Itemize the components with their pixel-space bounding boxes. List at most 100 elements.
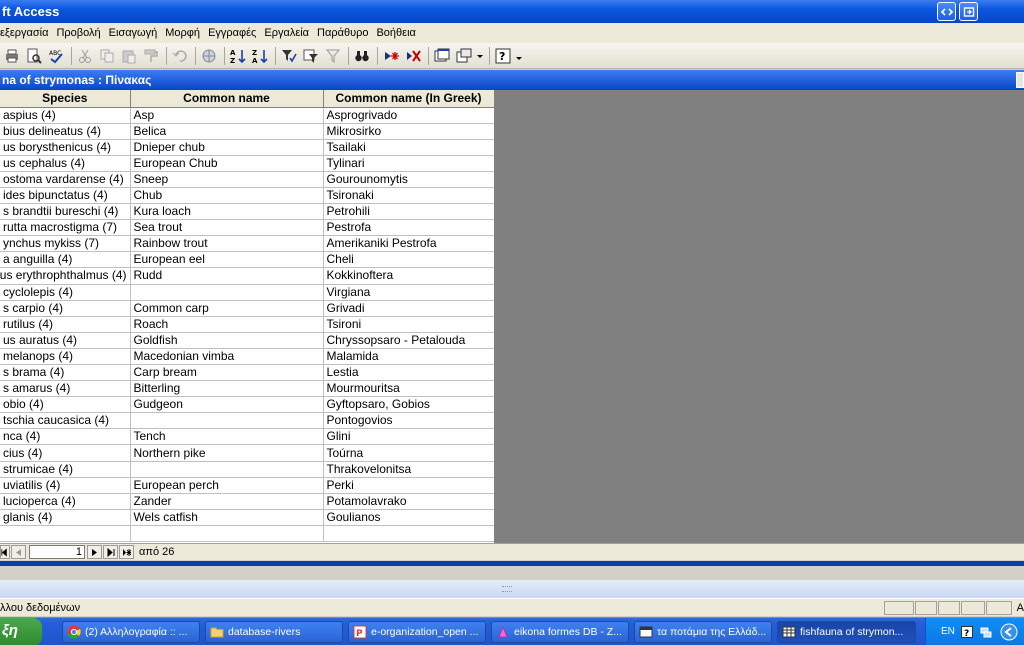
cell-species[interactable]: uviatilis (4) <box>0 477 131 494</box>
cell-common-name[interactable]: European eel <box>130 251 324 269</box>
column-header-common-name-greek[interactable]: Common name (In Greek) <box>323 90 494 108</box>
cell-common-name-greek[interactable]: Virgiana <box>323 284 494 301</box>
cell-common-name[interactable]: Gudgeon <box>130 396 324 414</box>
cell-common-name-greek[interactable]: Tsironaki <box>323 187 494 205</box>
cell-species[interactable]: ynchus mykiss (7) <box>0 235 131 253</box>
cell-common-name-greek[interactable]: Pontogovios <box>323 412 494 430</box>
new-record-button[interactable] <box>381 46 401 66</box>
cell-common-name[interactable]: Dnieper chub <box>130 139 324 156</box>
cell-common-name[interactable]: European Chub <box>130 155 324 172</box>
cell-common-name-greek[interactable]: Mikrosirko <box>323 123 494 140</box>
cell-common-name-greek[interactable]: Kokkinoftera <box>323 267 494 285</box>
table-row[interactable]: tschia caucasica (4) Pontogovios <box>0 412 494 430</box>
chevron-left-icon[interactable] <box>1000 623 1018 641</box>
print-button[interactable] <box>2 46 22 66</box>
delete-record-button[interactable] <box>403 46 423 66</box>
cell-common-name[interactable]: Macedonian vimba <box>130 348 324 366</box>
cell-common-name[interactable] <box>130 525 324 543</box>
filter-by-selection-button[interactable] <box>279 46 299 66</box>
cell-species[interactable] <box>0 525 131 543</box>
table-row[interactable]: ides bipunctatus (4) Chub Tsironaki <box>0 187 494 205</box>
cell-common-name-greek[interactable]: Malamida <box>323 348 494 366</box>
cell-common-name[interactable]: Common carp <box>130 300 324 317</box>
cell-species[interactable]: s amarus (4) <box>0 380 131 398</box>
database-window-button[interactable] <box>432 46 452 66</box>
cell-common-name[interactable] <box>130 461 324 478</box>
help-dropdown[interactable] <box>515 46 523 66</box>
cell-species[interactable]: a anguilla (4) <box>0 251 131 269</box>
cell-common-name[interactable]: Kura loach <box>130 203 324 221</box>
cell-species[interactable]: s brama (4) <box>0 364 131 382</box>
maximize-button[interactable] <box>959 2 978 21</box>
network-icon[interactable] <box>980 626 992 638</box>
cell-species[interactable]: cyclolepis (4) <box>0 284 131 301</box>
format-painter-button[interactable] <box>141 46 161 66</box>
cell-species[interactable]: obio (4) <box>0 396 131 414</box>
table-row[interactable]: s brama (4) Carp bream Lestia <box>0 364 494 382</box>
cell-species[interactable]: tschia caucasica (4) <box>0 412 131 430</box>
table-row[interactable]: ius erythrophthalmus (4) Rudd Kokkinoftera <box>0 267 494 285</box>
taskbar-button-image[interactable]: eikona formes DB - Z... <box>491 621 629 643</box>
cell-common-name-greek[interactable]: Pestrofa <box>323 219 494 237</box>
cell-common-name-greek[interactable]: Petrohili <box>323 203 494 221</box>
cell-common-name[interactable]: Bitterling <box>130 380 324 398</box>
cell-common-name[interactable]: Asp <box>130 107 324 124</box>
spelling-button[interactable]: ABC <box>46 46 66 66</box>
print-preview-button[interactable] <box>24 46 44 66</box>
cell-species[interactable]: us cephalus (4) <box>0 155 131 172</box>
menu-format[interactable]: Μορφή <box>165 27 200 39</box>
undo-button[interactable] <box>170 46 190 66</box>
cell-common-name-greek[interactable]: Thrakovelonitsa <box>323 461 494 478</box>
cell-species[interactable]: us auratus (4) <box>0 332 131 349</box>
cell-common-name[interactable]: Northern pike <box>130 444 324 462</box>
table-row[interactable]: nca (4) Tench Glini <box>0 428 494 446</box>
table-row[interactable]: a anguilla (4) European eel Cheli <box>0 251 494 269</box>
cell-common-name-greek[interactable]: Toúrna <box>323 444 494 462</box>
hyperlink-button[interactable] <box>199 46 219 66</box>
taskbar-button-fishfauna[interactable]: fishfauna of strymon... <box>777 621 916 643</box>
help-button[interactable]: ? <box>493 46 513 66</box>
cell-common-name[interactable]: Zander <box>130 493 324 510</box>
table-row[interactable]: us borysthenicus (4) Dnieper chub Tsailaki <box>0 139 494 156</box>
table-row[interactable]: rutta macrostigma (7) Sea trout Pestrofa <box>0 219 494 237</box>
cell-common-name-greek[interactable]: Goulianos <box>323 509 494 526</box>
table-row[interactable]: us auratus (4) Goldfish Chryssopsaro - Pet… <box>0 332 494 349</box>
table-row[interactable]: s brandtii bureschi (4) Kura loach Petrohi… <box>0 203 494 221</box>
new-record-nav-button[interactable] <box>119 545 134 559</box>
start-button[interactable]: ξη <box>0 618 42 645</box>
cell-common-name-greek[interactable]: Tylinari <box>323 155 494 172</box>
menu-tools[interactable]: Εργαλεία <box>264 27 309 39</box>
table-row[interactable]: strumicae (4) Thrakovelonitsa <box>0 461 494 478</box>
cell-common-name[interactable]: Carp bream <box>130 364 324 382</box>
cell-species[interactable]: us borysthenicus (4) <box>0 139 131 156</box>
taskbar-button-document[interactable]: P e-organization_open ... <box>348 621 486 643</box>
cell-species[interactable]: s brandtii bureschi (4) <box>0 203 131 221</box>
new-object-button[interactable] <box>454 46 474 66</box>
apply-filter-button[interactable] <box>323 46 343 66</box>
cell-common-name-greek[interactable]: Amerikaniki Pestrofa <box>323 235 494 253</box>
table-row[interactable]: rutilus (4) Roach Tsironi <box>0 316 494 333</box>
cell-species[interactable]: aspius (4) <box>0 107 131 124</box>
menu-view[interactable]: Προβολή <box>56 27 100 39</box>
cell-common-name-greek[interactable]: Asprogrivado <box>323 107 494 124</box>
table-row[interactable]: bius delineatus (4) Belica Mikrosirko <box>0 123 494 140</box>
menu-edit[interactable]: εξεργασία <box>0 27 48 39</box>
table-row[interactable]: aspius (4) Asp Asprogrivado <box>0 107 494 124</box>
language-indicator[interactable]: EN <box>941 626 955 637</box>
cell-common-name[interactable]: Belica <box>130 123 324 140</box>
cell-species[interactable]: strumicae (4) <box>0 461 131 478</box>
next-record-button[interactable] <box>87 545 102 559</box>
cell-species[interactable]: nca (4) <box>0 428 131 446</box>
cell-common-name-greek[interactable]: Chryssopsaro - Petalouda <box>323 332 494 349</box>
cell-common-name-greek[interactable]: Gourounomytis <box>323 171 494 188</box>
cut-button[interactable] <box>75 46 95 66</box>
cell-species[interactable]: ides bipunctatus (4) <box>0 187 131 205</box>
cell-common-name[interactable] <box>130 284 324 301</box>
cell-common-name-greek[interactable]: Glini <box>323 428 494 446</box>
cell-common-name[interactable]: Rudd <box>130 267 324 285</box>
cell-common-name-greek[interactable]: Tsailaki <box>323 139 494 156</box>
cell-species[interactable]: cius (4) <box>0 444 131 462</box>
cell-species[interactable]: rutta macrostigma (7) <box>0 219 131 237</box>
paste-button[interactable] <box>119 46 139 66</box>
cell-species[interactable]: ius erythrophthalmus (4) <box>0 267 131 285</box>
